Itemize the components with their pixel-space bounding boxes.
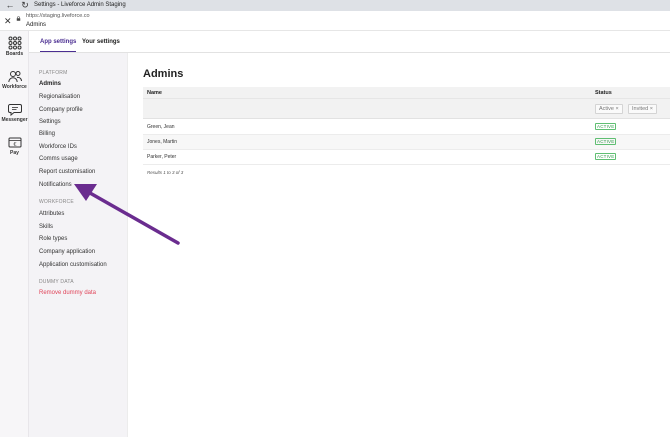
sidebar-item-comms-usage[interactable]: Comms usage	[39, 156, 78, 162]
filter-chip-active[interactable]: Active ×	[595, 104, 623, 114]
table-row[interactable]: Parker, Peter ACTIVE	[143, 150, 670, 165]
status-badge: ACTIVE	[595, 153, 617, 160]
rail-item-boards[interactable]: Boards	[0, 36, 29, 57]
filter-chip-invited[interactable]: Invited ×	[628, 104, 657, 114]
column-header-name[interactable]: Name	[147, 90, 162, 96]
status-badge: ACTIVE	[595, 123, 617, 130]
tab-app-settings[interactable]: App settings	[40, 39, 77, 52]
rail-item-pay[interactable]: € Pay	[0, 136, 29, 156]
svg-text:€: €	[13, 142, 16, 148]
chat-icon	[7, 104, 22, 116]
sidebar-item-skills[interactable]: Skills	[39, 224, 53, 230]
rail-item-messenger[interactable]: Messenger	[0, 103, 29, 123]
grid-icon	[8, 36, 21, 50]
table-row[interactable]: Green, Jean ACTIVE	[143, 120, 670, 135]
rail-label: Pay	[10, 150, 19, 156]
section-heading-dummy-data: DUMMY DATA	[39, 279, 74, 285]
section-heading-platform: PLATFORM	[39, 70, 68, 76]
reload-icon[interactable]: ↻	[20, 0, 30, 11]
people-icon	[7, 71, 22, 83]
address-bar: ✕ https://staging.liveforce.co Admins	[0, 11, 670, 31]
lock-icon	[16, 16, 21, 21]
sidebar-item-report-customisation[interactable]: Report customisation	[39, 169, 95, 175]
url-text[interactable]: https://staging.liveforce.co	[26, 13, 90, 19]
remove-filter-icon[interactable]: ×	[650, 106, 653, 112]
rail-label: Messenger	[1, 117, 28, 123]
sidebar-item-application-customisation[interactable]: Application customisation	[39, 262, 107, 268]
rail-label: Workforce	[2, 84, 27, 90]
remove-filter-icon[interactable]: ×	[616, 106, 619, 112]
sidebar-item-company-application[interactable]: Company application	[39, 249, 95, 255]
sidebar-item-remove-dummy-data[interactable]: Remove dummy data	[39, 290, 96, 296]
table-row[interactable]: Jones, Martin ACTIVE	[143, 135, 670, 150]
browser-title-bar: ← ↻ Settings - Liveforce Admin Staging	[0, 0, 670, 11]
sidebar-item-billing[interactable]: Billing	[39, 131, 55, 137]
sidebar-item-settings[interactable]: Settings	[39, 119, 61, 125]
settings-sidebar: PLATFORM Admins Regionalisation Company …	[29, 53, 128, 437]
sidebar-item-notifications[interactable]: Notifications	[39, 182, 72, 188]
column-header-status[interactable]: Status	[595, 90, 612, 96]
close-icon[interactable]: ✕	[4, 16, 12, 26]
rail-label: Boards	[5, 51, 24, 57]
back-arrow-icon[interactable]: ←	[5, 0, 15, 11]
sidebar-item-regionalisation[interactable]: Regionalisation	[39, 94, 80, 100]
sidebar-item-workforce-ids[interactable]: Workforce IDs	[39, 144, 77, 150]
rail-item-workforce[interactable]: Workforce	[0, 70, 29, 90]
sidebar-item-attributes[interactable]: Attributes	[39, 211, 64, 217]
app-icon-rail: Boards Workforce Messenger € Pay	[0, 31, 29, 437]
page-title: Admins	[143, 68, 184, 80]
filter-chip-label: Active	[599, 106, 614, 112]
admin-name[interactable]: Green, Jean	[147, 124, 175, 130]
results-count: Results 1 to 3 of 3	[147, 170, 184, 175]
section-heading-workforce: WORKFORCE	[39, 199, 74, 205]
wallet-icon: €	[8, 137, 21, 148]
admin-name[interactable]: Jones, Martin	[147, 139, 177, 145]
status-filter-row: Active × Invited ×	[143, 99, 670, 119]
page-label: Admins	[26, 22, 47, 28]
table-header: Name Status	[143, 87, 670, 99]
sidebar-item-company-profile[interactable]: Company profile	[39, 107, 83, 113]
browser-tab-title: Settings - Liveforce Admin Staging	[34, 2, 126, 8]
sidebar-item-role-types[interactable]: Role types	[39, 236, 67, 242]
sidebar-item-admins[interactable]: Admins	[39, 81, 61, 87]
status-badge: ACTIVE	[595, 138, 617, 145]
tab-your-settings[interactable]: Your settings	[82, 39, 120, 45]
admin-name[interactable]: Parker, Peter	[147, 154, 176, 160]
filter-chip-label: Invited	[632, 106, 649, 112]
settings-tab-bar: App settings Your settings	[29, 31, 670, 53]
